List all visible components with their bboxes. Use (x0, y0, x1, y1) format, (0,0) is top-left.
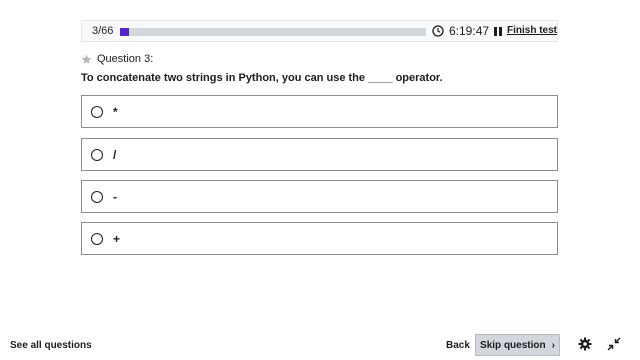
answer-option[interactable]: + (81, 222, 558, 255)
pause-icon[interactable] (494, 27, 502, 36)
answer-option[interactable]: * (81, 95, 558, 128)
progress-fill (120, 28, 130, 36)
answer-option[interactable]: / (81, 138, 558, 171)
chevron-right-icon: › (551, 339, 555, 351)
radio-button[interactable] (91, 190, 103, 203)
collapse-icon[interactable] (607, 337, 621, 351)
answer-label: / (113, 147, 117, 162)
question-number: Question 3: (97, 53, 154, 65)
gear-icon[interactable] (578, 337, 592, 351)
timer: 6:19:47 (449, 24, 490, 38)
finish-test-button[interactable]: Finish test (507, 25, 557, 36)
star-icon[interactable] (81, 54, 92, 65)
answer-label: * (113, 104, 118, 119)
question-header: Question 3: (81, 53, 153, 65)
answer-label: - (113, 189, 117, 204)
back-button[interactable]: Back (446, 340, 470, 351)
radio-button[interactable] (91, 148, 103, 161)
radio-button[interactable] (91, 232, 103, 245)
answer-option[interactable]: - (81, 180, 558, 213)
skip-question-button[interactable]: Skip question › (475, 334, 560, 356)
question-text: To concatenate two strings in Python, yo… (81, 72, 443, 84)
answer-label: + (113, 231, 121, 246)
see-all-questions-link[interactable]: See all questions (10, 340, 92, 351)
radio-button[interactable] (91, 105, 103, 118)
progress-bar-header: 3/66 6:19:47 Finish test (81, 20, 558, 42)
progress-track (120, 28, 426, 36)
question-counter: 3/66 (92, 25, 114, 37)
clock-icon (432, 25, 444, 37)
skip-question-label: Skip question (480, 339, 546, 351)
